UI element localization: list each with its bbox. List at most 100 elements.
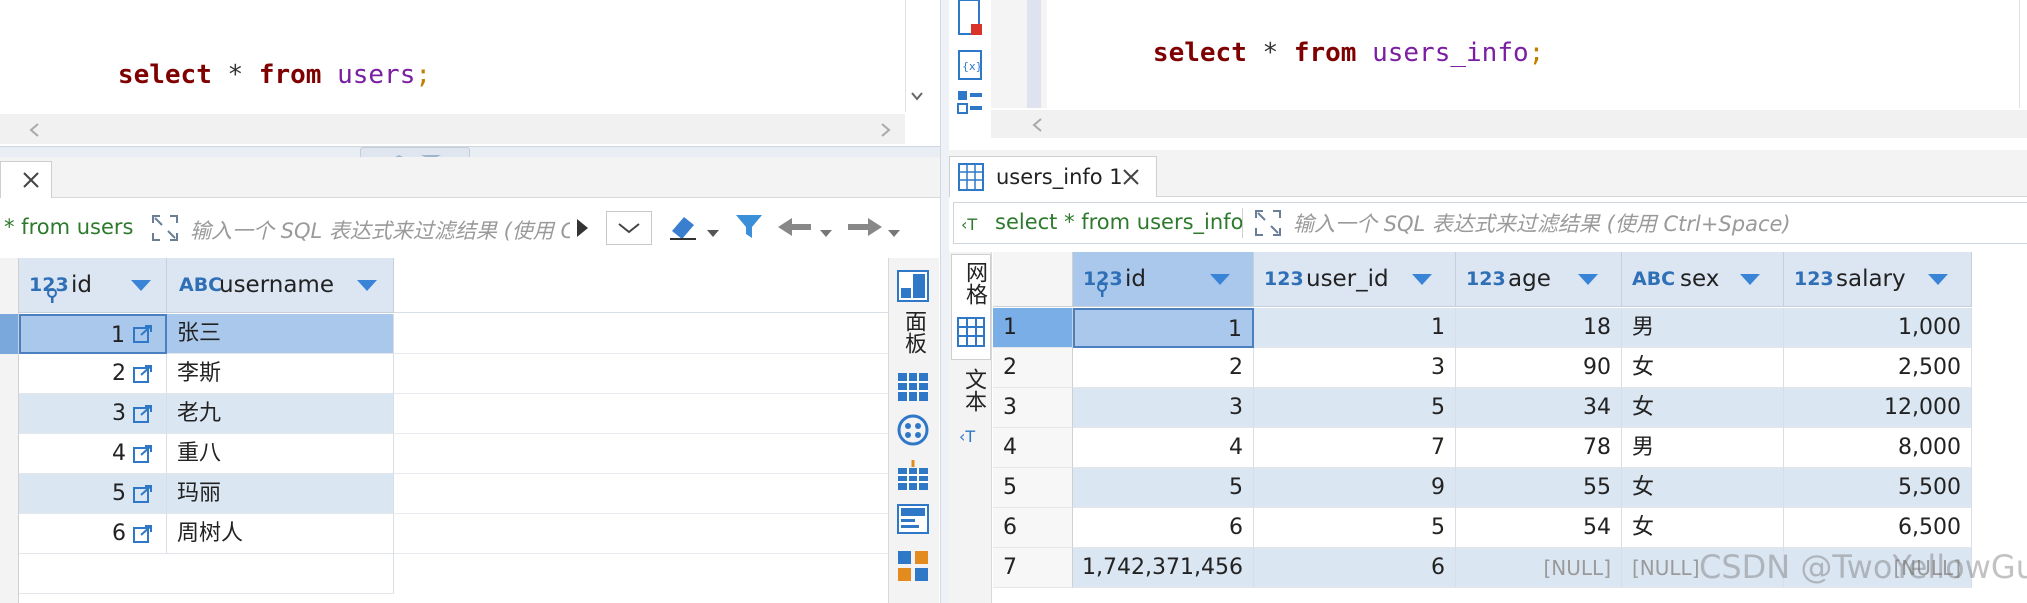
expand-filter-icon[interactable] <box>150 213 180 247</box>
cell-user-id[interactable]: 6 <box>1254 548 1456 588</box>
table-row[interactable]: 3 老九 <box>19 394 394 434</box>
variable-icon[interactable]: {x} <box>957 50 983 84</box>
users-info-result-tab[interactable]: users_info 1 <box>949 156 1157 197</box>
row-number[interactable]: 3 <box>993 388 1073 428</box>
history-back-dropdown-icon[interactable] <box>820 223 832 242</box>
row-number[interactable]: 4 <box>993 428 1073 468</box>
row-number[interactable]: 2 <box>993 348 1073 388</box>
outline-icon[interactable] <box>957 90 983 124</box>
table-cursor-icon[interactable] <box>897 460 929 496</box>
cell-username[interactable]: 张三 <box>167 314 394 354</box>
right-filter-query[interactable]: select * from users_info <box>995 210 1243 234</box>
table-row[interactable]: 6 6 5 54 女 6,500 <box>993 508 2027 548</box>
grid-view-tab[interactable]: 网格 <box>951 254 991 360</box>
table-row[interactable]: 5 玛丽 <box>19 474 394 514</box>
filter-history-dropdown-icon[interactable] <box>606 211 652 245</box>
open-link-icon[interactable] <box>133 524 153 548</box>
history-forward-icon[interactable] <box>846 217 882 241</box>
scroll-left-arrow-icon[interactable] <box>28 122 40 141</box>
table-row[interactable]: 1 张三 <box>19 314 394 354</box>
table-row[interactable]: 6 周树人 <box>19 514 394 554</box>
cell-age[interactable]: 34 <box>1456 388 1622 428</box>
cell-salary[interactable]: 5,500 <box>1784 468 1972 508</box>
cell-user-id[interactable]: 5 <box>1254 388 1456 428</box>
column-header-id[interactable]: 123 id <box>1073 252 1254 307</box>
eraser-dropdown-icon[interactable] <box>707 223 719 242</box>
cell-age[interactable]: 90 <box>1456 348 1622 388</box>
sort-dropdown-icon[interactable] <box>1740 274 1760 285</box>
cell-sex[interactable]: 女 <box>1622 508 1784 548</box>
history-forward-dropdown-icon[interactable] <box>888 223 900 242</box>
table-row[interactable]: 1 1 1 18 男 1,000 <box>993 308 2027 348</box>
cell-user-id[interactable]: 9 <box>1254 468 1456 508</box>
funnel-filter-icon[interactable] <box>734 211 764 245</box>
cell-username[interactable]: 玛丽 <box>167 474 394 514</box>
scroll-left-arrow-icon[interactable] <box>1031 117 1043 136</box>
cell-salary[interactable]: 6,500 <box>1784 508 1972 548</box>
cell-user-id[interactable]: 1 <box>1254 308 1456 348</box>
cell-username[interactable]: 周树人 <box>167 514 394 554</box>
right-sql-editor[interactable]: select * from users_info; <box>1047 0 2027 108</box>
left-vertical-scrollbar[interactable] <box>905 0 906 112</box>
cell-id[interactable]: 3 <box>1073 388 1254 428</box>
cell-salary[interactable]: 2,500 <box>1784 348 1972 388</box>
sort-dropdown-icon[interactable] <box>1578 274 1598 285</box>
row-number[interactable]: 5 <box>993 468 1073 508</box>
circle-dots-icon[interactable] <box>897 414 929 450</box>
eraser-icon[interactable] <box>668 213 698 245</box>
column-header-id[interactable]: 123 id <box>19 258 167 313</box>
sort-dropdown-icon[interactable] <box>1412 274 1432 285</box>
cell-username[interactable]: 李斯 <box>167 354 394 394</box>
cell-id[interactable]: 4 <box>1073 428 1254 468</box>
panels-side-tab[interactable]: 面板 <box>897 310 929 354</box>
open-link-icon[interactable] <box>133 484 153 508</box>
column-header-age[interactable]: 123 age <box>1456 252 1622 307</box>
cell-user-id[interactable]: 5 <box>1254 508 1456 548</box>
column-header-username[interactable]: ABC username <box>167 258 394 313</box>
open-link-icon[interactable] <box>133 324 153 348</box>
left-result-tab[interactable] <box>0 161 52 198</box>
column-header-user-id[interactable]: 123 user_id <box>1254 252 1456 307</box>
cell-salary[interactable]: 1,000 <box>1784 308 1972 348</box>
row-number[interactable]: 1 <box>993 308 1073 348</box>
expand-filter-icon[interactable] <box>1253 208 1283 242</box>
panels-toggle-icon[interactable] <box>897 270 929 306</box>
sort-dropdown-icon[interactable] <box>131 280 151 291</box>
row-number[interactable]: 7 <box>993 548 1073 588</box>
sort-dropdown-icon[interactable] <box>1928 274 1948 285</box>
left-sql-editor[interactable]: select * from users; <box>0 0 930 120</box>
right-horizontal-scrollbar[interactable] <box>991 110 2027 138</box>
cell-age[interactable]: 54 <box>1456 508 1622 548</box>
cell-id[interactable]: 1,742,371,456 <box>1073 548 1254 588</box>
open-link-icon[interactable] <box>133 404 153 428</box>
scroll-down-chevron-icon[interactable] <box>910 88 924 102</box>
cell-sex[interactable]: 男 <box>1622 308 1784 348</box>
table-row[interactable]: 3 3 5 34 女 12,000 <box>993 388 2027 428</box>
apply-filter-icon[interactable] <box>574 217 590 243</box>
right-vertical-scrollbar[interactable] <box>2019 0 2020 108</box>
table-row[interactable]: 4 重八 <box>19 434 394 474</box>
sort-dropdown-icon[interactable] <box>357 280 377 291</box>
record-view-icon[interactable] <box>897 504 929 538</box>
cell-id[interactable]: 6 <box>1073 508 1254 548</box>
tab-close-icon[interactable] <box>1122 168 1140 190</box>
cell-age[interactable]: 78 <box>1456 428 1622 468</box>
row-number[interactable]: 6 <box>993 508 1073 548</box>
left-filter-query[interactable]: * from users <box>4 215 133 239</box>
cell-age[interactable]: 18 <box>1456 308 1622 348</box>
cell-sex[interactable]: 女 <box>1622 388 1784 428</box>
table-row[interactable]: 5 5 9 55 女 5,500 <box>993 468 2027 508</box>
open-link-icon[interactable] <box>133 364 153 388</box>
cell-age[interactable]: 55 <box>1456 468 1622 508</box>
right-filter-input[interactable]: 输入一个 SQL 表达式来过滤结果 (使用 Ctrl+Space) <box>1293 208 1791 238</box>
column-header-salary[interactable]: 123 salary <box>1784 252 1972 307</box>
cell-salary[interactable]: 8,000 <box>1784 428 1972 468</box>
cell-sex[interactable]: 女 <box>1622 348 1784 388</box>
cell-age[interactable]: [NULL] <box>1456 548 1622 588</box>
open-link-icon[interactable] <box>133 444 153 468</box>
table-row[interactable]: 4 4 7 78 男 8,000 <box>993 428 2027 468</box>
cell-id[interactable]: 5 <box>1073 468 1254 508</box>
cell-id[interactable]: 2 <box>1073 348 1254 388</box>
cell-sex[interactable]: 男 <box>1622 428 1784 468</box>
left-horizontal-scrollbar[interactable] <box>0 114 905 144</box>
